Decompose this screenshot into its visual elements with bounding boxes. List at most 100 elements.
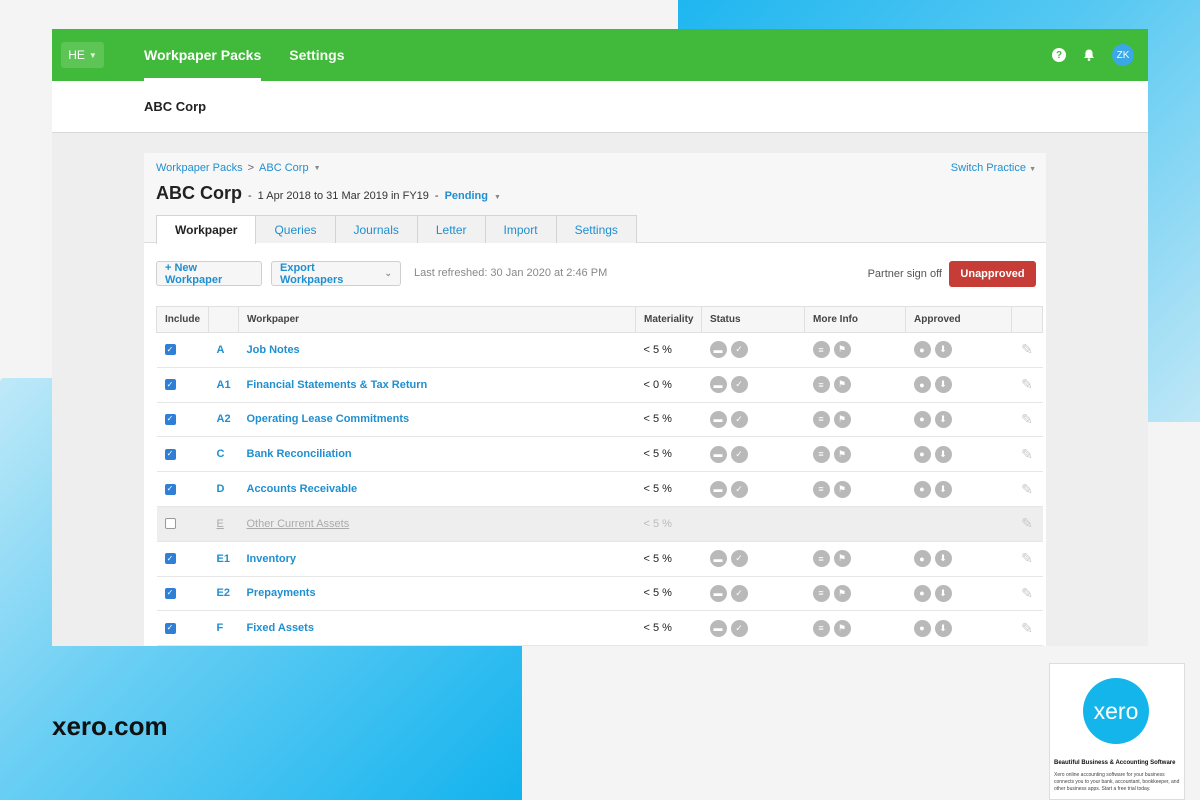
flag-icon[interactable]: ⚑ <box>833 341 851 359</box>
pencil-icon[interactable]: ✎ <box>1021 376 1033 392</box>
new-workpaper-button[interactable]: + New Workpaper <box>156 261 262 286</box>
document-icon[interactable]: ≡ <box>812 445 830 463</box>
flag-icon[interactable]: ⚑ <box>833 410 851 428</box>
table-row[interactable]: ✓ A2 Operating Lease Commitments < 5 % ▬… <box>156 402 1043 438</box>
flag-icon[interactable]: ⚑ <box>833 376 851 394</box>
tab-journals[interactable]: Journals <box>334 215 418 243</box>
table-row[interactable]: ✓ A1 Financial Statements & Tax Return <… <box>156 367 1043 403</box>
include-checkbox[interactable]: ✓ <box>164 413 176 425</box>
user-approve-icon[interactable]: ● <box>913 410 931 428</box>
minus-circle-icon[interactable]: ▬ <box>709 480 727 498</box>
document-icon[interactable]: ≡ <box>812 619 830 637</box>
partner-approve-icon[interactable]: ⬇ <box>934 341 952 359</box>
document-icon[interactable]: ≡ <box>812 341 830 359</box>
document-icon[interactable]: ≡ <box>812 410 830 428</box>
tab-letter[interactable]: Letter <box>416 215 486 243</box>
partner-approve-icon[interactable]: ⬇ <box>934 550 952 568</box>
pencil-icon[interactable]: ✎ <box>1021 411 1033 427</box>
workpaper-link[interactable]: Operating Lease Commitments <box>247 413 410 425</box>
workpaper-link[interactable]: Prepayments <box>247 587 316 599</box>
pencil-icon[interactable]: ✎ <box>1021 620 1033 636</box>
user-approve-icon[interactable]: ● <box>913 480 931 498</box>
pencil-icon[interactable]: ✎ <box>1021 550 1033 566</box>
flag-icon[interactable]: ⚑ <box>833 480 851 498</box>
include-checkbox[interactable] <box>164 518 176 530</box>
pencil-icon[interactable]: ✎ <box>1021 341 1033 357</box>
minus-circle-icon[interactable]: ▬ <box>709 376 727 394</box>
nav-settings[interactable]: Settings <box>289 29 344 81</box>
minus-circle-icon[interactable]: ▬ <box>709 584 727 602</box>
table-row[interactable]: ✓ F Fixed Assets < 5 % ▬ ✓ ≡ ⚑ ● ⬇ ✎ <box>156 610 1043 646</box>
tab-queries[interactable]: Queries <box>255 215 336 243</box>
include-checkbox[interactable]: ✓ <box>164 622 176 634</box>
check-circle-icon[interactable]: ✓ <box>730 376 748 394</box>
partner-approve-icon[interactable]: ⬇ <box>934 410 952 428</box>
user-approve-icon[interactable]: ● <box>913 376 931 394</box>
include-checkbox[interactable]: ✓ <box>164 483 176 495</box>
include-checkbox[interactable]: ✓ <box>164 587 176 599</box>
document-icon[interactable]: ≡ <box>812 480 830 498</box>
table-row[interactable]: ✓ C Bank Reconciliation < 5 % ▬ ✓ ≡ ⚑ ● ⬇ ✎ <box>156 436 1043 473</box>
status-dropdown[interactable]: Pending <box>445 190 488 202</box>
check-circle-icon[interactable]: ✓ <box>730 341 748 359</box>
flag-icon[interactable]: ⚑ <box>833 445 851 463</box>
workpaper-link[interactable]: Bank Reconciliation <box>247 448 352 460</box>
check-circle-icon[interactable]: ✓ <box>730 410 748 428</box>
minus-circle-icon[interactable]: ▬ <box>709 410 727 428</box>
export-workpapers-button[interactable]: Export Workpapers ⌄ <box>271 261 401 286</box>
pencil-icon[interactable]: ✎ <box>1021 446 1033 462</box>
check-circle-icon[interactable]: ✓ <box>730 584 748 602</box>
user-approve-icon[interactable]: ● <box>913 445 931 463</box>
minus-circle-icon[interactable]: ▬ <box>709 341 727 359</box>
workpaper-link[interactable]: Fixed Assets <box>247 622 314 634</box>
tab-workpaper[interactable]: Workpaper <box>156 215 257 244</box>
breadcrumb-root[interactable]: Workpaper Packs <box>156 162 243 174</box>
user-approve-icon[interactable]: ● <box>913 550 931 568</box>
include-checkbox[interactable]: ✓ <box>164 344 176 356</box>
partner-approve-icon[interactable]: ⬇ <box>934 445 952 463</box>
bell-icon[interactable] <box>1082 48 1096 62</box>
unapproved-button[interactable]: Unapproved <box>949 261 1036 287</box>
check-circle-icon[interactable]: ✓ <box>730 550 748 568</box>
flag-icon[interactable]: ⚑ <box>833 550 851 568</box>
help-icon[interactable]: ? <box>1052 48 1066 62</box>
minus-circle-icon[interactable]: ▬ <box>709 550 727 568</box>
document-icon[interactable]: ≡ <box>812 584 830 602</box>
check-circle-icon[interactable]: ✓ <box>730 480 748 498</box>
include-checkbox[interactable]: ✓ <box>164 448 176 460</box>
table-row[interactable]: ✓ E2 Prepayments < 5 % ▬ ✓ ≡ ⚑ ● ⬇ ✎ <box>156 576 1043 612</box>
pencil-icon[interactable]: ✎ <box>1021 515 1033 531</box>
partner-approve-icon[interactable]: ⬇ <box>934 376 952 394</box>
breadcrumb-current[interactable]: ABC Corp <box>259 162 309 174</box>
document-icon[interactable]: ≡ <box>812 376 830 394</box>
user-approve-icon[interactable]: ● <box>913 584 931 602</box>
workpaper-link[interactable]: Financial Statements & Tax Return <box>247 379 428 391</box>
pencil-icon[interactable]: ✎ <box>1021 481 1033 497</box>
nav-workpaper-packs[interactable]: Workpaper Packs <box>144 29 262 81</box>
include-checkbox[interactable]: ✓ <box>164 379 176 391</box>
minus-circle-icon[interactable]: ▬ <box>709 445 727 463</box>
table-row[interactable]: ✓ A Job Notes < 5 % ▬ ✓ ≡ ⚑ ● ⬇ ✎ <box>156 332 1043 368</box>
table-row[interactable]: ✓ E1 Inventory < 5 % ▬ ✓ ≡ ⚑ ● ⬇ ✎ <box>156 541 1043 577</box>
partner-approve-icon[interactable]: ⬇ <box>934 584 952 602</box>
workpaper-link[interactable]: Other Current Assets <box>247 518 350 530</box>
pencil-icon[interactable]: ✎ <box>1021 585 1033 601</box>
include-checkbox[interactable]: ✓ <box>164 553 176 565</box>
partner-approve-icon[interactable]: ⬇ <box>934 619 952 637</box>
link-preview-card[interactable]: xero Beautiful Business & Accounting Sof… <box>1049 663 1185 800</box>
check-circle-icon[interactable]: ✓ <box>730 619 748 637</box>
document-icon[interactable]: ≡ <box>812 550 830 568</box>
avatar[interactable]: ZK <box>1112 44 1134 66</box>
table-row[interactable]: ✓ D Accounts Receivable < 5 % ▬ ✓ ≡ ⚑ ● ⬇ ✎ <box>156 471 1043 507</box>
user-approve-icon[interactable]: ● <box>913 619 931 637</box>
workpaper-link[interactable]: Job Notes <box>247 344 300 356</box>
table-row[interactable]: E Other Current Assets < 5 % ✎ <box>156 506 1043 542</box>
workpaper-link[interactable]: Accounts Receivable <box>247 483 358 495</box>
partner-approve-icon[interactable]: ⬇ <box>934 480 952 498</box>
workpaper-link[interactable]: Inventory <box>247 553 297 565</box>
check-circle-icon[interactable]: ✓ <box>730 445 748 463</box>
switch-practice-link[interactable]: Switch Practice ▼ <box>951 162 1036 174</box>
minus-circle-icon[interactable]: ▬ <box>709 619 727 637</box>
tab-import[interactable]: Import <box>484 215 557 243</box>
org-switcher[interactable]: HE ▼ <box>61 42 104 68</box>
